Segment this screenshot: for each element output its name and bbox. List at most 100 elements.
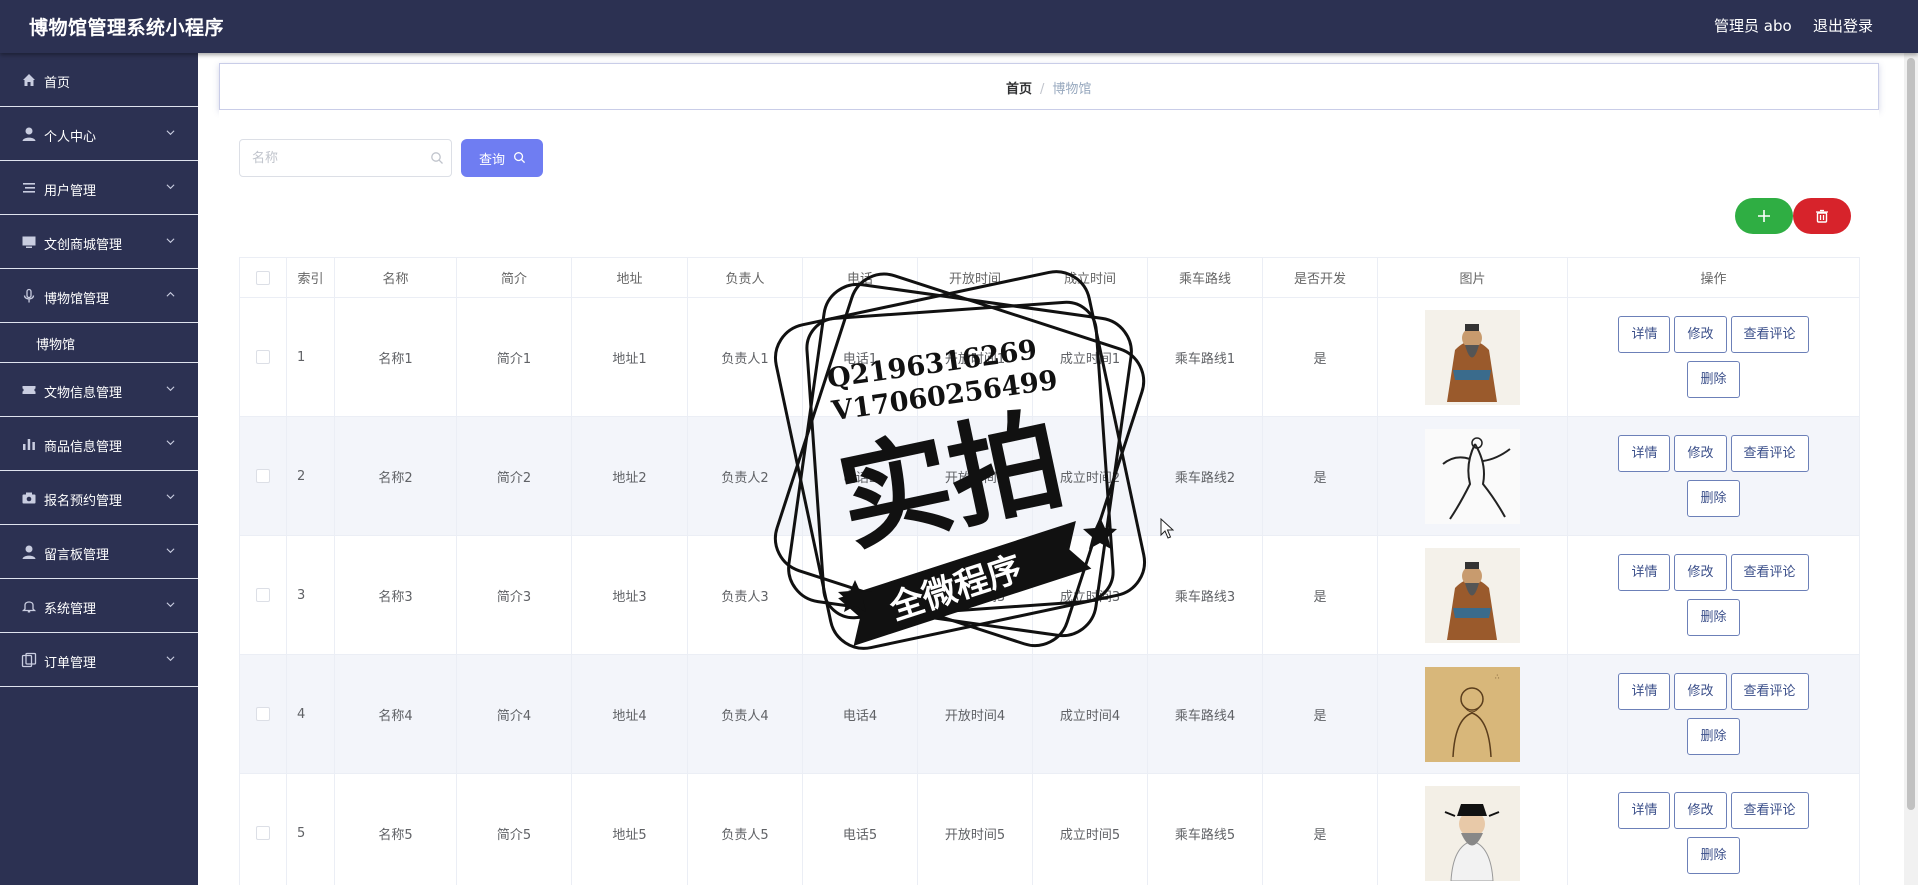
add-button[interactable] [1735,198,1793,234]
delete-button[interactable]: 删除 [1687,361,1740,398]
detail-button[interactable]: 详情 [1618,673,1671,710]
svg-text:∴: ∴ [1495,673,1500,681]
index-cell: 4 [286,654,335,774]
delete-button[interactable]: 删除 [1687,718,1740,755]
view-comments-button[interactable]: 查看评论 [1730,792,1809,829]
search-icon [431,152,443,164]
column-header: 乘车路线 [1147,257,1263,298]
edit-button[interactable]: 修改 [1674,673,1727,710]
row-checkbox[interactable] [256,469,270,483]
name-cell: 名称1 [334,297,457,417]
sidebar-item-label: 博物馆管理 [44,292,110,307]
sidebar-item-system[interactable]: 系统管理 [0,579,198,633]
founded-cell: 成立时间3 [1032,535,1148,655]
dev-cell: 是 [1262,773,1378,885]
select-all-checkbox[interactable] [256,270,270,285]
picture-cell [1377,535,1568,655]
row-select-cell [239,535,287,655]
view-comments-button[interactable]: 查看评论 [1730,673,1809,710]
sidebar-item-label: 留言板管理 [44,548,110,563]
edit-button[interactable]: 修改 [1674,316,1727,353]
breadcrumb-separator: / [1040,82,1045,97]
column-header: 电话 [802,257,918,298]
sidebar-item-registration[interactable]: 报名预约管理 [0,471,198,525]
row-checkbox[interactable] [256,588,270,602]
row-checkbox[interactable] [256,350,270,364]
table-row: 4 名称4 简介4 地址4 负责人4 电话4 开放时间4 成立时间4 乘车路线4 是 ∴ 详情 修改 查看… [239,654,1860,774]
batch-delete-button[interactable] [1793,198,1851,234]
sidebar-item-museum-management[interactable]: 博物馆管理 [0,269,198,323]
sidebar-subitem-museum[interactable]: 博物馆 [0,323,198,363]
open-cell: 开放时间2 [917,416,1033,536]
detail-button[interactable]: 详情 [1618,316,1671,353]
microphone-icon [23,288,35,303]
name-cell: 名称3 [334,535,457,655]
chevron-down-icon [166,184,175,190]
detail-button[interactable]: 详情 [1618,554,1671,591]
delete-button[interactable]: 删除 [1687,599,1740,636]
plus-icon [1758,210,1770,222]
manager-cell: 负责人3 [687,535,803,655]
open-cell: 开放时间5 [917,773,1033,885]
column-header: 开放时间 [917,257,1033,298]
detail-button[interactable]: 详情 [1618,792,1671,829]
route-cell: 乘车路线3 [1147,535,1263,655]
delete-button[interactable]: 删除 [1687,480,1740,517]
table-row: 2 名称2 简介2 地址2 负责人2 电话2 开放时间2 成立时间2 乘车路线2 是详情 修改 查看评… [239,416,1860,536]
sidebar-item-label: 文创商城管理 [44,238,123,253]
index-cell: 5 [286,773,335,885]
column-header: 简介 [456,257,572,298]
scrollbar-thumb[interactable] [1907,58,1915,810]
sidebar-item-user-management[interactable]: 用户管理 [0,161,198,215]
chevron-down-icon [166,548,175,554]
sidebar-item-message-board[interactable]: 留言板管理 [0,525,198,579]
edit-button[interactable]: 修改 [1674,435,1727,472]
vertical-scrollbar[interactable] [1904,53,1918,885]
column-header: 负责人 [687,257,803,298]
camera-icon [22,492,36,504]
sidebar-item-cultural-store[interactable]: 文创商城管理 [0,215,198,269]
user-icon [22,127,36,141]
row-select-cell [239,773,287,885]
table-row: 5 名称5 简介5 地址5 负责人5 电话5 开放时间5 成立时间5 乘车路线5 是 详情 修改 查看评… [239,773,1860,885]
chevron-down-icon [166,602,175,608]
edit-button[interactable]: 修改 [1674,554,1727,591]
intro-cell: 简介1 [456,297,572,417]
search-box [239,139,452,177]
mouse-cursor-icon [1160,518,1174,539]
delete-button[interactable]: 删除 [1687,837,1740,874]
route-cell: 乘车路线1 [1147,297,1263,417]
current-user: 管理员 abo [1714,17,1792,35]
sidebar-item-personal-center[interactable]: 个人中心 [0,107,198,161]
row-checkbox[interactable] [256,826,270,840]
column-header: 地址 [571,257,688,298]
view-comments-button[interactable]: 查看评论 [1730,435,1809,472]
picture-cell [1377,773,1568,885]
monitor-icon [22,236,36,248]
address-cell: 地址5 [571,773,688,885]
address-cell: 地址1 [571,297,688,417]
portrait-image [1425,309,1520,405]
sidebar-item-product-info[interactable]: 商品信息管理 [0,417,198,471]
top-bar: 博物馆管理系统小程序 管理员 abo 退出登录 [0,0,1918,53]
phone-cell: 电话4 [802,654,918,774]
trash-icon [1816,209,1828,223]
intro-cell: 简介5 [456,773,572,885]
row-checkbox[interactable] [256,707,270,721]
address-cell: 地址4 [571,654,688,774]
breadcrumb-home[interactable]: 首页 [1006,82,1032,97]
sidebar-item-home[interactable]: 首页 [0,53,198,107]
breadcrumb-current: 博物馆 [1052,82,1092,97]
list-icon [23,183,35,193]
view-comments-button[interactable]: 查看评论 [1730,554,1809,591]
search-input[interactable] [252,140,422,176]
sidebar-item-label: 用户管理 [44,184,97,199]
logout-button[interactable]: 退出登录 [1813,15,1873,36]
detail-button[interactable]: 详情 [1618,435,1671,472]
museum-table: 索引 名称 简介 地址 负责人 电话 开放时间 成立时间 乘车路线 是否开发 图… [239,257,1860,885]
sidebar-item-orders[interactable]: 订单管理 [0,633,198,687]
query-button[interactable]: 查询 [461,139,543,177]
sidebar-item-relic-info[interactable]: 文物信息管理 [0,363,198,417]
edit-button[interactable]: 修改 [1674,792,1727,829]
view-comments-button[interactable]: 查看评论 [1730,316,1809,353]
